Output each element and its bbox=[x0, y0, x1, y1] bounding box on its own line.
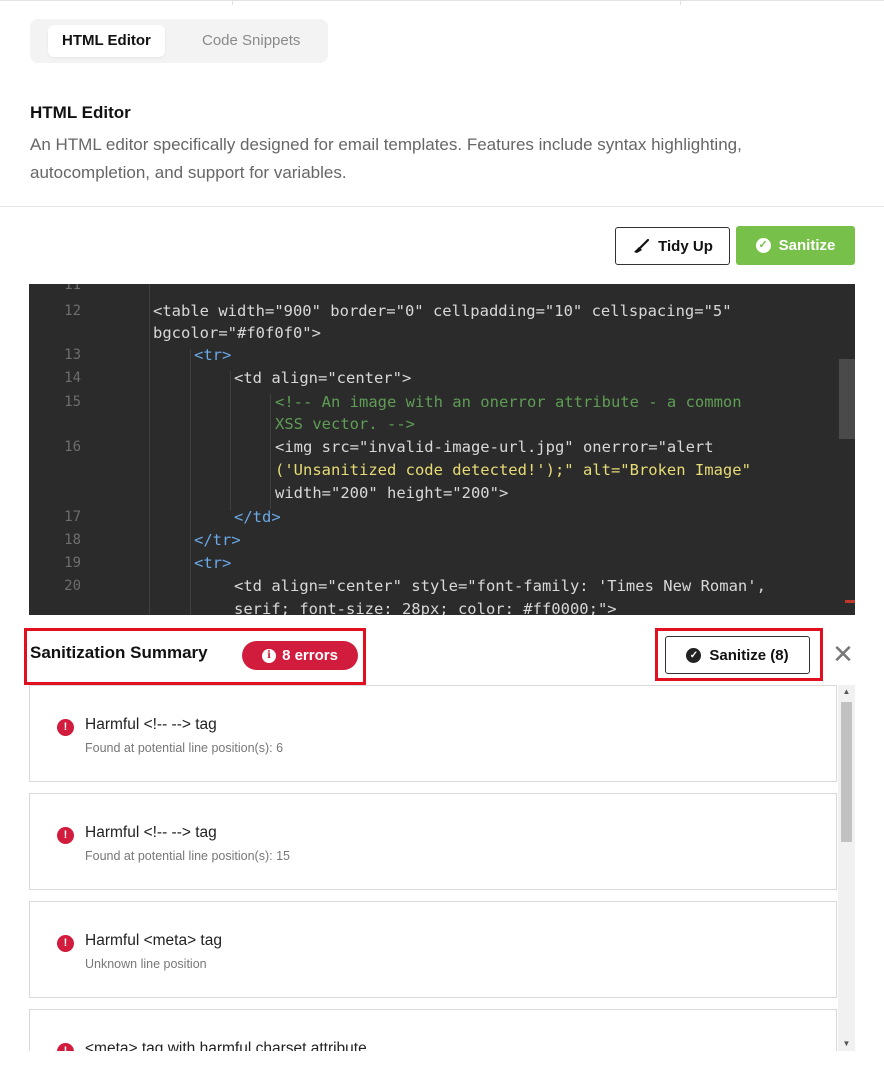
code-line: XSS vector. --> bbox=[29, 413, 835, 435]
code-text: </td> bbox=[234, 508, 281, 526]
list-item: ! <meta> tag with harmful charset attrib… bbox=[29, 1009, 837, 1051]
scrollbar-thumb[interactable] bbox=[841, 702, 852, 842]
code-text: <img src="invalid-image-url.jpg" onerror… bbox=[275, 438, 714, 456]
code-line: width="200" height="200"> bbox=[29, 482, 835, 504]
tab-html-editor[interactable]: HTML Editor bbox=[48, 25, 165, 57]
code-line: bgcolor="#f0f0f0"> bbox=[29, 322, 835, 344]
code-line: 16 <img src="invalid-image-url.jpg" oner… bbox=[29, 436, 835, 458]
tidy-up-label: Tidy Up bbox=[658, 237, 713, 255]
sanitize-button[interactable]: ✓ Sanitize bbox=[736, 226, 855, 265]
issue-title: Harmful <meta> tag bbox=[85, 932, 222, 949]
issue-detail: Found at potential line position(s): 6 bbox=[85, 741, 284, 755]
code-text: </tr> bbox=[194, 531, 241, 549]
line-number: 20 bbox=[64, 578, 81, 594]
code-line: 15 <!-- An image with an onerror attribu… bbox=[29, 391, 835, 413]
error-count-label: 8 errors bbox=[282, 647, 338, 664]
line-number: 16 bbox=[64, 439, 81, 455]
code-text: <td align="center" style="font-family: '… bbox=[234, 577, 766, 595]
divider-tick bbox=[680, 1, 681, 5]
error-icon: ! bbox=[57, 719, 74, 736]
section-description: An HTML editor specifically designed for… bbox=[30, 135, 742, 182]
code-editor[interactable]: 11 12 <table width="900" border="0" cell… bbox=[29, 284, 855, 615]
code-text: <td align="center"> bbox=[234, 369, 412, 387]
issue-list[interactable]: ! Harmful <!-- --> tag Found at potentia… bbox=[29, 685, 855, 1051]
code-line: 17 </td> bbox=[29, 506, 835, 528]
code-text: serif; font-size: 28px; color: #ff0000;"… bbox=[234, 600, 617, 615]
code-line: 12 <table width="900" border="0" cellpad… bbox=[29, 300, 835, 322]
close-icon[interactable]: ✕ bbox=[831, 642, 855, 668]
info-icon: i bbox=[262, 648, 277, 663]
code-line: ('Unsanitized code detected!');" alt="Br… bbox=[29, 459, 835, 481]
issue-title: <meta> tag with harmful charset attribut… bbox=[85, 1040, 367, 1051]
code-line: serif; font-size: 28px; color: #ff0000;"… bbox=[29, 598, 835, 615]
line-number: 12 bbox=[64, 303, 81, 319]
broom-icon bbox=[634, 238, 650, 253]
sanitize-all-button[interactable]: ✓ Sanitize (8) bbox=[665, 636, 810, 674]
line-number: 14 bbox=[64, 370, 81, 386]
issue-title: Harmful <!-- --> tag bbox=[85, 716, 217, 733]
error-icon: ! bbox=[57, 935, 74, 952]
list-item: ! Harmful <!-- --> tag Found at potentia… bbox=[29, 685, 837, 782]
sanitization-summary-title: Sanitization Summary bbox=[30, 643, 208, 662]
tab-code-snippets[interactable]: Code Snippets bbox=[188, 25, 314, 57]
error-marker bbox=[845, 600, 855, 603]
line-number: 17 bbox=[64, 509, 81, 525]
code-comment: <!-- An image with an onerror attribute … bbox=[275, 393, 742, 411]
line-number: 19 bbox=[64, 555, 81, 571]
editor-scrollbar[interactable] bbox=[839, 359, 855, 439]
tidy-up-button[interactable]: Tidy Up bbox=[615, 227, 730, 265]
code-text: <tr> bbox=[194, 554, 232, 572]
issue-detail: Found at potential line position(s): 15 bbox=[85, 849, 290, 863]
list-item: ! Harmful <meta> tag Unknown line positi… bbox=[29, 901, 837, 998]
code-text: ('Unsanitized code detected!');" alt="Br… bbox=[275, 461, 751, 479]
sanitize-label: Sanitize bbox=[778, 237, 836, 254]
issue-list-scrollbar[interactable]: ▲ ▼ bbox=[838, 685, 855, 1051]
error-icon: ! bbox=[57, 827, 74, 844]
top-divider bbox=[0, 0, 884, 5]
error-icon: ! bbox=[57, 1043, 74, 1051]
code-line: 13 <tr> bbox=[29, 344, 835, 366]
code-text: width="200" height="200"> bbox=[275, 484, 509, 502]
issue-title: Harmful <!-- --> tag bbox=[85, 824, 217, 841]
code-line: 18 </tr> bbox=[29, 529, 835, 551]
code-text: <tr> bbox=[194, 346, 232, 364]
editor-tabs: HTML Editor Code Snippets bbox=[30, 19, 328, 63]
line-number: 18 bbox=[64, 532, 81, 548]
line-number: 15 bbox=[64, 394, 81, 410]
code-line: 20 <td align="center" style="font-family… bbox=[29, 575, 835, 597]
scroll-up-icon[interactable]: ▲ bbox=[838, 685, 855, 699]
code-comment: XSS vector. --> bbox=[275, 415, 415, 433]
code-text: <table width="900" border="0" cellpaddin… bbox=[153, 302, 732, 320]
line-number: 11 bbox=[64, 284, 81, 293]
line-number: 13 bbox=[64, 347, 81, 363]
section-title: HTML Editor bbox=[30, 103, 131, 122]
code-line: 11 bbox=[29, 284, 835, 296]
code-line: 14 <td align="center"> bbox=[29, 367, 835, 389]
list-item: ! Harmful <!-- --> tag Found at potentia… bbox=[29, 793, 837, 890]
error-count-badge: i 8 errors bbox=[242, 641, 358, 670]
check-circle-icon: ✓ bbox=[755, 238, 771, 253]
scroll-down-icon[interactable]: ▼ bbox=[838, 1037, 855, 1051]
code-line: 19 <tr> bbox=[29, 552, 835, 574]
issue-detail: Unknown line position bbox=[85, 957, 207, 971]
divider bbox=[0, 206, 884, 207]
divider-tick bbox=[232, 1, 233, 5]
code-text: bgcolor="#f0f0f0"> bbox=[153, 324, 321, 342]
check-circle-icon: ✓ bbox=[686, 647, 702, 663]
sanitize-all-label: Sanitize (8) bbox=[709, 646, 789, 664]
